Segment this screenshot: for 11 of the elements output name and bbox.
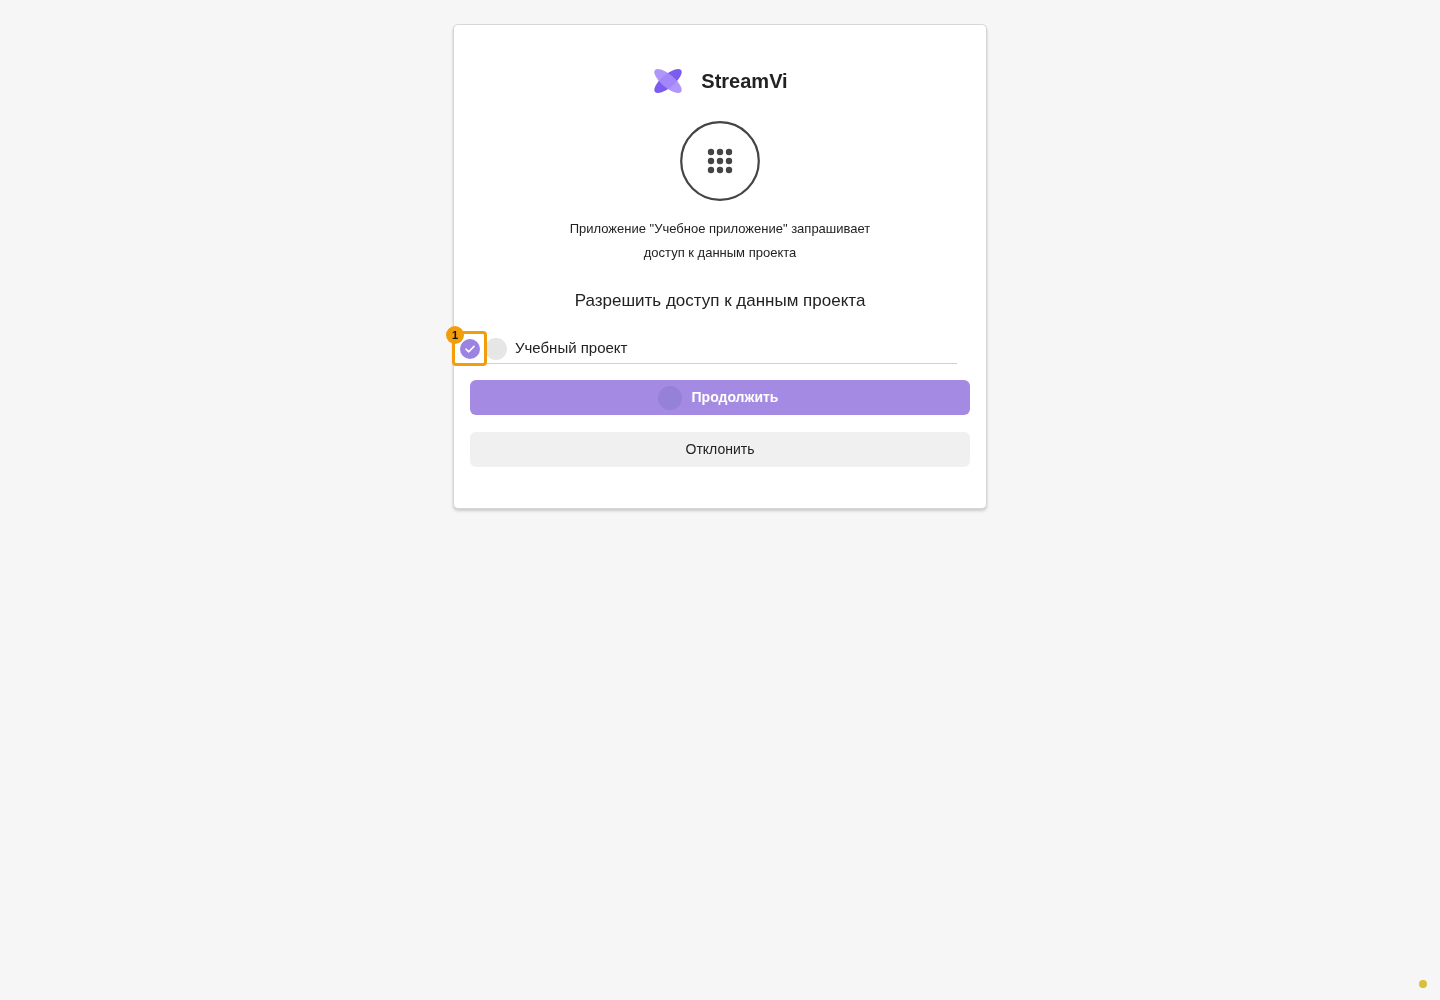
number-badge: 1 <box>446 326 464 344</box>
decline-button[interactable]: Отклонить <box>470 432 970 467</box>
butterfly-logo-icon <box>652 67 685 95</box>
app-grid-icon <box>680 121 760 201</box>
project-label: Учебный проект <box>515 338 628 359</box>
circle-icon <box>485 337 507 360</box>
status-dot-icon <box>1419 980 1427 988</box>
permission-heading: Разрешить доступ к данным проекта <box>574 290 866 312</box>
request-message: Приложение "Учебное приложение" запрашивает доступ к данным проекта <box>569 220 871 262</box>
brand-name: StreamVi <box>701 69 788 94</box>
checkbox-checked-icon[interactable] <box>460 339 480 359</box>
